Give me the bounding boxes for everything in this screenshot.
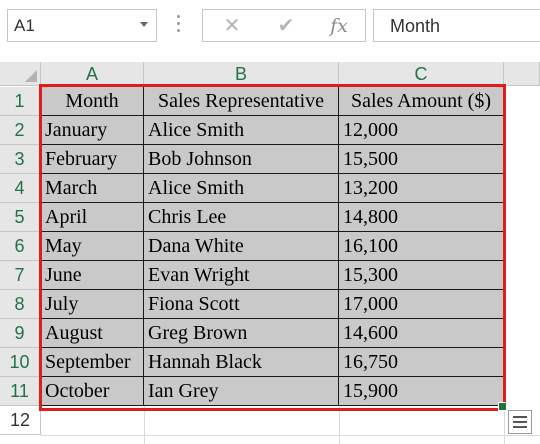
- name-box-value: A1: [14, 16, 35, 35]
- table-cell[interactable]: August: [41, 319, 144, 348]
- table-cell[interactable]: 14,800: [339, 203, 504, 232]
- header-cell-sales-representative[interactable]: Sales Representative: [144, 87, 339, 116]
- table-cell[interactable]: Greg Brown: [144, 319, 339, 348]
- table-cell[interactable]: 16,100: [339, 232, 504, 261]
- table-cell[interactable]: 17,000: [339, 290, 504, 319]
- table-cell[interactable]: 16,750: [339, 348, 504, 377]
- enter-icon[interactable]: ✔: [269, 14, 303, 38]
- table-cell[interactable]: Fiona Scott: [144, 290, 339, 319]
- row-header-8[interactable]: 8: [0, 290, 41, 319]
- formula-value: Month: [390, 16, 441, 36]
- row-header-6[interactable]: 6: [0, 232, 41, 261]
- column-header-b[interactable]: B: [144, 62, 339, 86]
- row-header-3[interactable]: 3: [0, 145, 41, 174]
- table-cell[interactable]: 12,000: [339, 116, 504, 145]
- row-header-4[interactable]: 4: [0, 174, 41, 203]
- fill-handle[interactable]: [498, 402, 507, 411]
- gridline: [504, 86, 505, 444]
- table-cell[interactable]: 15,500: [339, 145, 504, 174]
- column-header-empty[interactable]: [504, 62, 540, 86]
- table-cell[interactable]: April: [41, 203, 144, 232]
- gridline: [144, 406, 145, 444]
- name-box[interactable]: A1: [7, 9, 157, 42]
- chevron-down-icon[interactable]: [140, 22, 148, 27]
- table-cell[interactable]: February: [41, 145, 144, 174]
- table-cell[interactable]: Dana White: [144, 232, 339, 261]
- row-header-11[interactable]: 11: [0, 377, 41, 406]
- table-cell[interactable]: July: [41, 290, 144, 319]
- gridline: [41, 435, 540, 436]
- column-header-c[interactable]: C: [339, 62, 504, 86]
- table-cell[interactable]: 14,600: [339, 319, 504, 348]
- table-cell[interactable]: Hannah Black: [144, 348, 339, 377]
- select-all-button[interactable]: [0, 62, 41, 86]
- table-cell[interactable]: May: [41, 232, 144, 261]
- header-cell-month[interactable]: Month: [41, 87, 144, 116]
- table-cell[interactable]: 15,900: [339, 377, 504, 406]
- more-options-icon[interactable]: [177, 15, 180, 37]
- table-cell[interactable]: Evan Wright: [144, 261, 339, 290]
- table-cell[interactable]: Ian Grey: [144, 377, 339, 406]
- insert-function-icon[interactable]: fx: [322, 14, 356, 38]
- row-header-12[interactable]: 12: [0, 406, 41, 435]
- table-cell[interactable]: Alice Smith: [144, 174, 339, 203]
- table-cell[interactable]: 15,300: [339, 261, 504, 290]
- table-cell[interactable]: June: [41, 261, 144, 290]
- column-header-a[interactable]: A: [41, 62, 144, 86]
- formula-buttons: ✕ ✔ fx: [202, 9, 366, 42]
- cancel-icon[interactable]: ✕: [215, 14, 249, 38]
- table-cell[interactable]: October: [41, 377, 144, 406]
- row-header-7[interactable]: 7: [0, 261, 41, 290]
- gridline: [339, 406, 340, 444]
- table-cell[interactable]: January: [41, 116, 144, 145]
- row-header-5[interactable]: 5: [0, 203, 41, 232]
- row-header-1[interactable]: 1: [0, 87, 41, 116]
- row-header-10[interactable]: 10: [0, 348, 41, 377]
- select-all-icon: [25, 70, 37, 82]
- row-header-2[interactable]: 2: [0, 116, 41, 145]
- quick-analysis-icon[interactable]: [508, 410, 532, 434]
- row-header-9[interactable]: 9: [0, 319, 41, 348]
- table-cell[interactable]: March: [41, 174, 144, 203]
- table-cell[interactable]: Alice Smith: [144, 116, 339, 145]
- table-cell[interactable]: Bob Johnson: [144, 145, 339, 174]
- table-cell[interactable]: Chris Lee: [144, 203, 339, 232]
- header-cell-sales-amount[interactable]: Sales Amount ($): [339, 87, 504, 116]
- table-cell[interactable]: September: [41, 348, 144, 377]
- table-cell[interactable]: 13,200: [339, 174, 504, 203]
- formula-input[interactable]: Month: [373, 9, 540, 42]
- formula-bar: A1 ✕ ✔ fx Month: [0, 0, 540, 56]
